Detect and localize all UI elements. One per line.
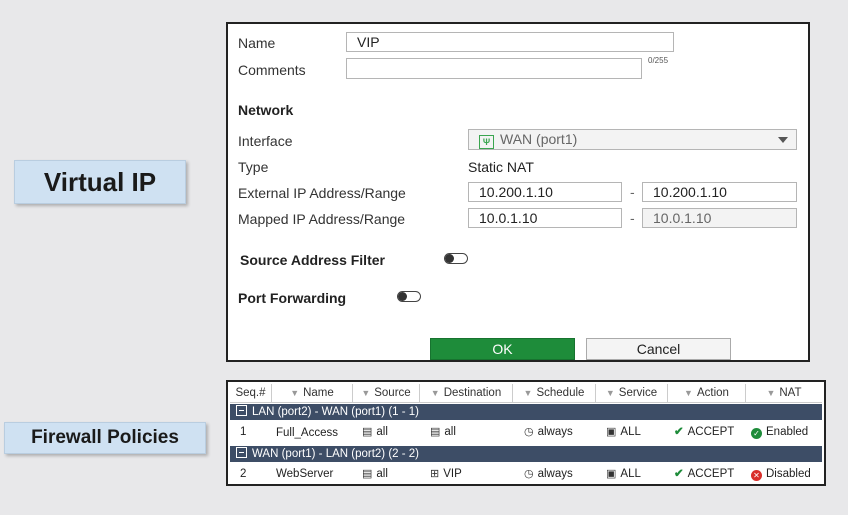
- row-action: ACCEPT: [687, 426, 735, 438]
- network-port-icon: Ψ: [479, 135, 494, 149]
- address-icon: ▤: [430, 426, 441, 438]
- row-destination: all: [444, 426, 456, 438]
- row-nat: Enabled: [766, 426, 809, 438]
- service-icon: ▣: [606, 426, 617, 438]
- network-heading: Network: [238, 102, 294, 118]
- row-action: ACCEPT: [687, 468, 735, 480]
- column-header-source[interactable]: ▼ Source: [353, 384, 420, 402]
- virtual-ip-label: Virtual IP: [14, 160, 186, 204]
- table-header: Seq.# ▼ Name ▼ Source ▼ Destination ▼ Schedu…: [230, 384, 822, 403]
- name-input[interactable]: VIP: [346, 32, 674, 52]
- comments-label: Comments: [238, 62, 306, 78]
- collapse-icon[interactable]: [236, 405, 247, 416]
- filter-icon: ▼: [605, 388, 615, 398]
- row-source: all: [376, 468, 388, 480]
- cancel-button[interactable]: Cancel: [586, 338, 731, 360]
- port-forwarding-toggle[interactable]: [397, 291, 421, 302]
- filter-icon: ▼: [523, 388, 533, 398]
- type-value: Static NAT: [468, 159, 534, 175]
- filter-icon: ▼: [430, 388, 440, 398]
- mapped-ip-start-input[interactable]: 10.0.1.10: [468, 208, 622, 228]
- type-label: Type: [238, 159, 269, 175]
- column-header-action[interactable]: ▼ Action: [668, 384, 746, 402]
- firewall-policies-label: Firewall Policies: [4, 422, 206, 454]
- external-ip-label: External IP Address/Range: [238, 185, 406, 201]
- virtual-ip-icon: ⊞: [430, 468, 440, 480]
- mapped-ip-end-input[interactable]: 10.0.1.10: [642, 208, 797, 228]
- range-separator: -: [630, 210, 635, 226]
- port-forwarding-label: Port Forwarding: [238, 290, 347, 306]
- service-icon: ▣: [606, 468, 617, 480]
- source-address-filter-label: Source Address Filter: [240, 252, 385, 268]
- row-nat: Disabled: [766, 468, 811, 480]
- schedule-icon: ◷: [524, 426, 534, 438]
- filter-icon: ▼: [361, 388, 371, 398]
- row-service: ALL: [620, 468, 641, 480]
- interface-value: WAN (port1): [500, 131, 578, 147]
- chevron-down-icon: [778, 137, 788, 143]
- column-header-destination[interactable]: ▼ Destination: [420, 384, 513, 402]
- filter-icon: ▼: [684, 388, 693, 398]
- source-address-filter-toggle[interactable]: [444, 253, 468, 264]
- row-seq: 2: [240, 468, 247, 480]
- column-header-schedule[interactable]: ▼ Schedule: [513, 384, 596, 402]
- row-source: all: [376, 426, 388, 438]
- row-schedule: always: [537, 426, 573, 438]
- ok-button[interactable]: OK: [430, 338, 575, 360]
- external-ip-end-input[interactable]: 10.200.1.10: [642, 182, 797, 202]
- filter-icon: ▼: [766, 388, 776, 398]
- comments-counter: 0/255: [648, 56, 669, 65]
- row-seq: 1: [240, 426, 247, 438]
- filter-icon: ▼: [290, 388, 300, 398]
- interface-select[interactable]: Ψ WAN (port1): [468, 129, 797, 150]
- virtual-ip-dialog: Name VIP Comments 0/255 Network Interfac…: [226, 22, 810, 362]
- address-icon: ▤: [362, 468, 373, 480]
- policy-group-wan-lan[interactable]: WAN (port1) - LAN (port2) (2 - 2): [230, 446, 822, 462]
- row-schedule: always: [537, 468, 573, 480]
- name-label: Name: [238, 35, 276, 51]
- firewall-policy-table: Seq.# ▼ Name ▼ Source ▼ Destination ▼ Schedu…: [226, 380, 826, 486]
- accept-check-icon: ✔: [674, 468, 684, 480]
- row-destination: VIP: [443, 468, 462, 480]
- column-header-nat[interactable]: ▼ NAT: [746, 384, 822, 402]
- disabled-x-icon: ✕: [751, 470, 762, 481]
- collapse-icon[interactable]: [236, 447, 247, 458]
- comments-textarea[interactable]: [346, 58, 642, 79]
- row-name: WebServer: [276, 468, 334, 480]
- column-header-name[interactable]: ▼ Name: [272, 384, 353, 402]
- mapped-ip-label: Mapped IP Address/Range: [238, 211, 406, 227]
- interface-label: Interface: [238, 133, 293, 149]
- row-name: Full_Access: [276, 427, 338, 439]
- row-service: ALL: [620, 426, 641, 438]
- schedule-icon: ◷: [524, 468, 534, 480]
- policy-group-lan-wan[interactable]: LAN (port2) - WAN (port1) (1 - 1): [230, 404, 822, 420]
- address-icon: ▤: [362, 426, 373, 438]
- enabled-check-icon: ✓: [751, 428, 762, 439]
- external-ip-start-input[interactable]: 10.200.1.10: [468, 182, 622, 202]
- column-header-service[interactable]: ▼ Service: [596, 384, 668, 402]
- range-separator: -: [630, 184, 635, 200]
- accept-check-icon: ✔: [674, 426, 684, 438]
- column-header-seq[interactable]: Seq.#: [230, 384, 272, 402]
